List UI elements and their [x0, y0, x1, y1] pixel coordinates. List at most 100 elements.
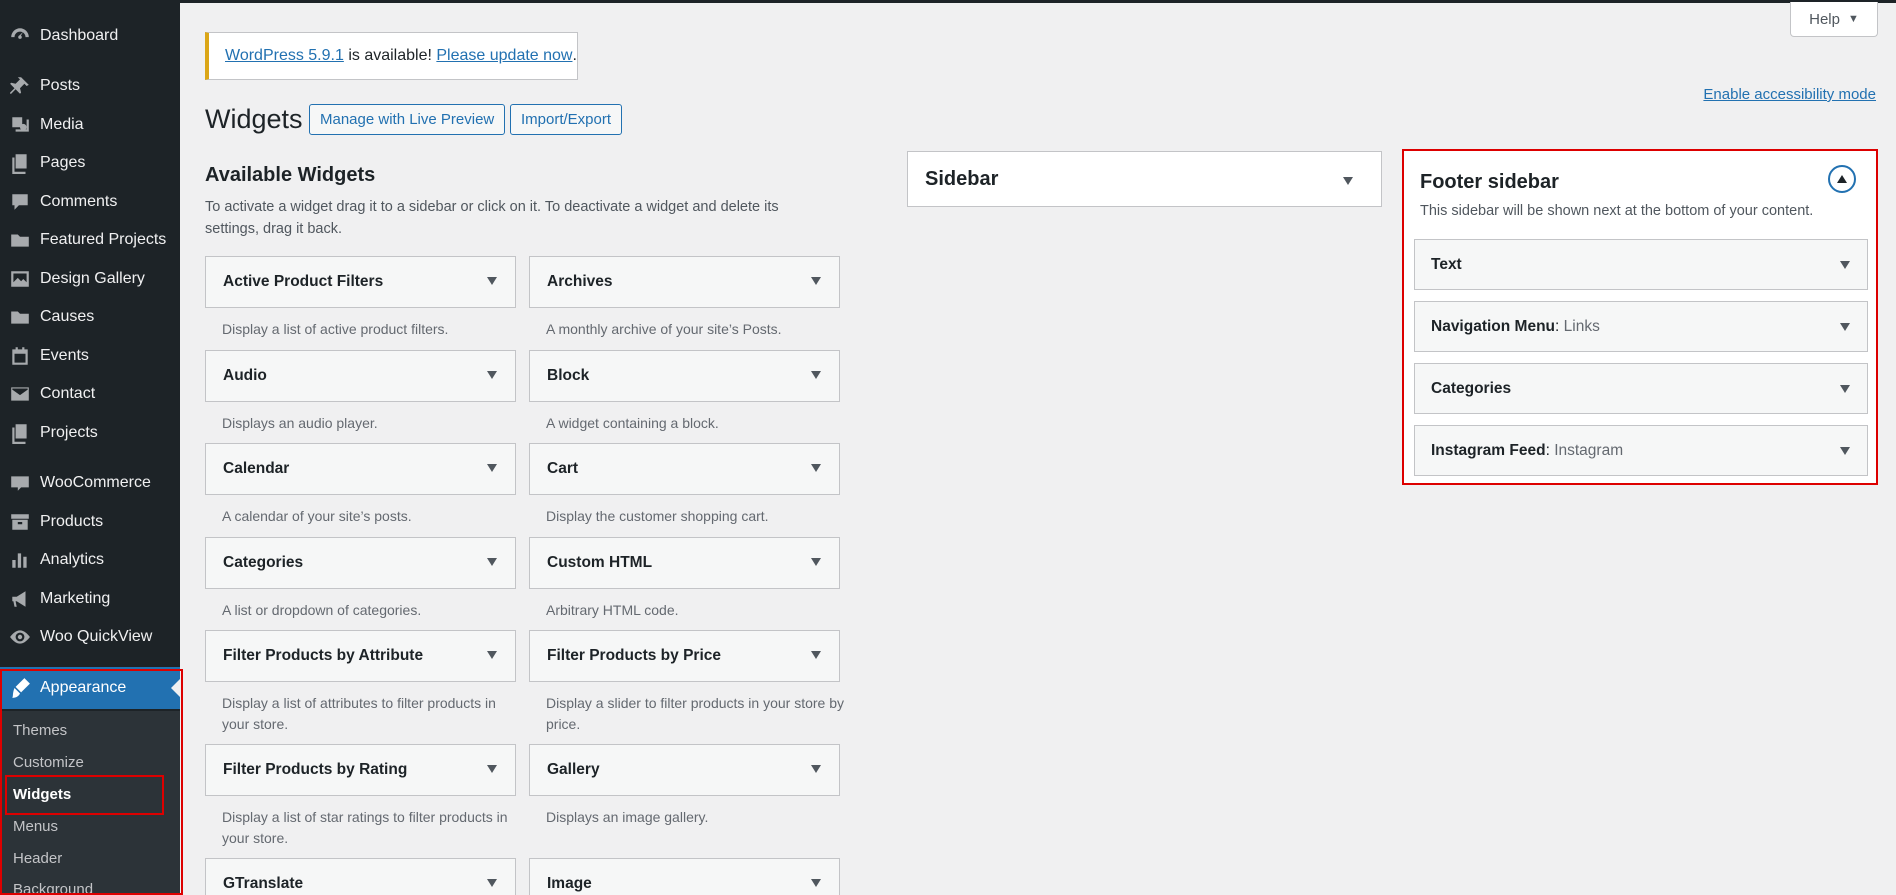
menu-causes[interactable]: Causes: [0, 299, 180, 335]
widget-title: Image: [547, 875, 592, 892]
eye-icon: [0, 626, 40, 648]
caret-down-icon: [1840, 323, 1850, 331]
menu-projects[interactable]: Projects: [0, 415, 180, 451]
menu-analytics[interactable]: Analytics: [0, 542, 180, 578]
collapse-toggle-button[interactable]: [1828, 165, 1856, 193]
widget-subtitle: Links: [1563, 317, 1600, 335]
submenu-menus[interactable]: Menus: [13, 818, 58, 835]
widget-archives[interactable]: Archives: [529, 256, 840, 308]
accessibility-mode-link[interactable]: Enable accessibility mode: [1703, 86, 1876, 103]
caret-down-icon: [811, 651, 821, 659]
menu-woo-quickview[interactable]: Woo QuickView: [0, 619, 180, 655]
submenu-background[interactable]: Background: [13, 881, 93, 895]
menu-marketing[interactable]: Marketing: [0, 581, 180, 617]
widget-title: Cart: [547, 460, 579, 477]
widget-title: Audio: [223, 367, 267, 384]
pages-icon: [0, 152, 40, 174]
update-now-link[interactable]: Please update now: [436, 47, 572, 65]
menu-label: Featured Projects: [40, 231, 167, 248]
widget-gallery[interactable]: Gallery: [529, 744, 840, 796]
wordpress-version-link[interactable]: WordPress 5.9.1: [225, 47, 344, 65]
update-notice: WordPress 5.9.1 is available! Please upd…: [205, 32, 578, 80]
live-preview-button[interactable]: Manage with Live Preview: [309, 104, 506, 135]
footer-widget-categories[interactable]: Categories: [1414, 363, 1868, 414]
widget-filter-by-attribute[interactable]: Filter Products by Attribute: [205, 630, 516, 682]
widget-title: Gallery: [547, 761, 600, 778]
menu-posts[interactable]: Posts: [0, 68, 180, 104]
widget-separator: :: [1555, 317, 1564, 335]
menu-products[interactable]: Products: [0, 504, 180, 540]
widget-title: Filter Products by Attribute: [223, 647, 424, 664]
widget-block[interactable]: Block: [529, 350, 840, 402]
menu-label: Design Gallery: [40, 270, 145, 287]
widget-desc: Arbitrary HTML code.: [546, 602, 679, 618]
widget-cart[interactable]: Cart: [529, 443, 840, 495]
caret-down-icon: [1840, 447, 1850, 455]
page-title: Widgets: [205, 104, 303, 134]
media-icon: [0, 114, 40, 136]
submenu-header[interactable]: Header: [13, 850, 62, 867]
caret-down-icon: [1840, 261, 1850, 269]
menu-media[interactable]: Media: [0, 107, 180, 143]
caret-down-icon: [811, 277, 821, 285]
caret-down-icon: [487, 558, 497, 566]
caret-down-icon[interactable]: [1343, 177, 1353, 185]
gallery-icon: [0, 268, 40, 290]
widget-custom-html[interactable]: Custom HTML: [529, 537, 840, 589]
menu-pages[interactable]: Pages: [0, 145, 180, 181]
widget-title: Calendar: [223, 460, 290, 477]
widget-desc: A calendar of your site’s posts.: [222, 508, 412, 524]
menu-appearance[interactable]: Appearance: [0, 667, 180, 709]
widget-title: Categories: [1431, 379, 1512, 397]
widget-desc: A widget containing a block.: [546, 415, 719, 431]
available-widgets-desc: To activate a widget drag it to a sideba…: [205, 199, 779, 237]
caret-down-icon: [487, 371, 497, 379]
dashboard-icon: [0, 25, 40, 47]
widget-gtranslate[interactable]: GTranslate: [205, 858, 516, 895]
widget-desc: Display a list of star ratings to filter…: [222, 809, 508, 846]
caret-down-icon: [487, 651, 497, 659]
import-export-button[interactable]: Import/Export: [510, 104, 623, 135]
pin-icon: [0, 75, 40, 97]
woo-icon: [0, 472, 40, 494]
widget-desc: Displays an image gallery.: [546, 809, 709, 825]
widget-image[interactable]: Image: [529, 858, 840, 895]
menu-events[interactable]: Events: [0, 338, 180, 374]
caret-down-icon: [811, 765, 821, 773]
caret-down-icon: [487, 464, 497, 472]
caret-down-icon: ▼: [1847, 13, 1859, 25]
menu-label: Woo QuickView: [40, 628, 153, 645]
sidebar-title: Sidebar: [925, 168, 999, 190]
menu-label: Events: [40, 347, 89, 364]
widget-filter-by-rating[interactable]: Filter Products by Rating: [205, 744, 516, 796]
widget-title: Categories: [223, 554, 304, 571]
submenu-widgets[interactable]: Widgets: [13, 786, 71, 803]
menu-featured-projects[interactable]: Featured Projects: [0, 222, 180, 258]
active-indicator: [171, 679, 180, 697]
widget-filter-by-price[interactable]: Filter Products by Price: [529, 630, 840, 682]
projects-icon: [0, 422, 40, 444]
menu-label: Media: [40, 116, 84, 133]
footer-sidebar-title: Footer sidebar: [1420, 171, 1559, 193]
footer-widget-instagram-feed[interactable]: Instagram Feed: Instagram: [1414, 425, 1868, 476]
widget-categories[interactable]: Categories: [205, 537, 516, 589]
menu-design-gallery[interactable]: Design Gallery: [0, 261, 180, 297]
chart-bar-icon: [0, 549, 40, 571]
widget-audio[interactable]: Audio: [205, 350, 516, 402]
submenu-themes[interactable]: Themes: [13, 722, 67, 739]
help-button[interactable]: Help ▼: [1790, 2, 1878, 37]
menu-comments[interactable]: Comments: [0, 184, 180, 220]
menu-label: Posts: [40, 77, 81, 94]
menu-contact[interactable]: Contact: [0, 376, 180, 412]
menu-woocommerce[interactable]: WooCommerce: [0, 465, 180, 501]
widget-active-product-filters[interactable]: Active Product Filters: [205, 256, 516, 308]
widget-calendar[interactable]: Calendar: [205, 443, 516, 495]
menu-label: Marketing: [40, 590, 111, 607]
menu-dashboard[interactable]: Dashboard: [0, 18, 180, 54]
footer-widget-text[interactable]: Text: [1414, 239, 1868, 290]
sidebar-area[interactable]: Sidebar: [907, 151, 1382, 207]
widget-title: Active Product Filters: [223, 273, 384, 290]
footer-widget-navigation-menu[interactable]: Navigation Menu: Links: [1414, 301, 1868, 352]
submenu-customize[interactable]: Customize: [13, 754, 84, 771]
menu-label: Projects: [40, 424, 98, 441]
